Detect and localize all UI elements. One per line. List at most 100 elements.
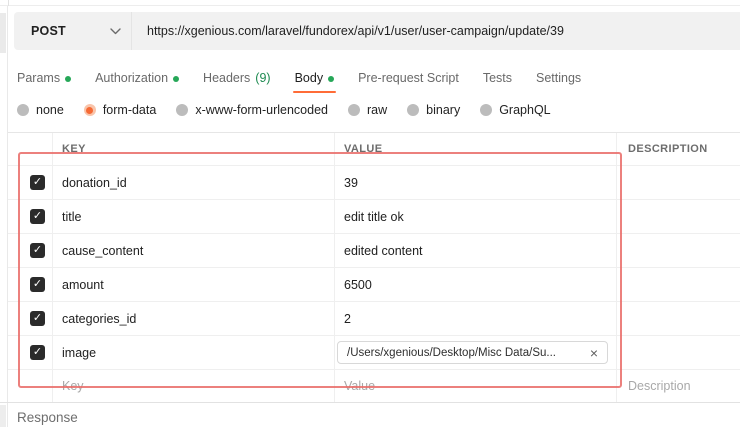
checkbox-cell: ✓ [8, 336, 53, 369]
tab-label: Params [17, 71, 60, 85]
header-key: KEY [53, 133, 335, 165]
tab-tests[interactable]: Tests [483, 71, 512, 85]
body-type-label: none [36, 103, 64, 117]
tab-pre-request-script[interactable]: Pre-request Script [358, 71, 459, 85]
chevron-down-icon [110, 28, 121, 35]
body-type-binary[interactable]: binary [407, 103, 460, 117]
method-label: POST [31, 24, 66, 38]
description-cell[interactable] [617, 302, 740, 335]
sidebar-edge-bottom [0, 405, 6, 427]
tab-label: Body [295, 71, 324, 85]
header-description: DESCRIPTION [617, 133, 740, 165]
description-placeholder[interactable]: Description [617, 370, 740, 402]
tab-settings[interactable]: Settings [536, 71, 581, 85]
description-cell[interactable] [617, 234, 740, 267]
file-attachment-chip[interactable]: /Users/xgenious/Desktop/Misc Data/Su... … [337, 341, 608, 364]
body-type-selector: none form-data x-www-form-urlencoded raw… [17, 100, 551, 120]
value-cell[interactable]: edit title ok [335, 200, 617, 233]
description-cell[interactable] [617, 166, 740, 199]
checkmark-icon: ✓ [33, 279, 42, 290]
value-cell[interactable]: 39 [335, 166, 617, 199]
table-header-row: KEY VALUE DESCRIPTION [8, 133, 740, 166]
body-type-x-www-form-urlencoded[interactable]: x-www-form-urlencoded [176, 103, 328, 117]
table-row: ✓ donation_id 39 [8, 166, 740, 200]
body-type-graphql[interactable]: GraphQL [480, 103, 550, 117]
tab-params[interactable]: Params [17, 71, 71, 85]
key-cell[interactable]: amount [53, 268, 335, 301]
tab-label: Tests [483, 71, 512, 85]
window-top-edge [0, 0, 740, 6]
description-cell[interactable] [617, 336, 740, 369]
key-cell[interactable]: donation_id [53, 166, 335, 199]
tab-headers[interactable]: Headers (9) [203, 71, 271, 85]
body-type-label: form-data [103, 103, 157, 117]
key-cell[interactable]: cause_content [53, 234, 335, 267]
row-checkbox-checked[interactable]: ✓ [30, 311, 45, 326]
tab-label: Settings [536, 71, 581, 85]
method-select[interactable]: POST [14, 24, 131, 38]
radio-icon [348, 104, 360, 116]
url-input[interactable]: https://xgenious.com/laravel/fundorex/ap… [131, 12, 740, 50]
checkmark-icon: ✓ [33, 177, 42, 188]
body-type-form-data[interactable]: form-data [84, 103, 157, 117]
checkbox-cell: ✓ [8, 302, 53, 335]
file-path-text: /Users/xgenious/Desktop/Misc Data/Su... [347, 347, 556, 359]
tab-label: Pre-request Script [358, 71, 459, 85]
checkbox-cell: ✓ [8, 234, 53, 267]
checkbox-cell: ✓ [8, 166, 53, 199]
checkmark-icon: ✓ [33, 211, 42, 222]
header-checkbox-cell [8, 133, 53, 165]
close-icon[interactable]: × [590, 346, 598, 360]
request-bar: POST https://xgenious.com/laravel/fundor… [14, 12, 740, 50]
radio-icon [407, 104, 419, 116]
body-type-label: binary [426, 103, 460, 117]
table-placeholder-row: Key Value Description [8, 370, 740, 403]
table-row: ✓ cause_content edited content [8, 234, 740, 268]
table-row: ✓ categories_id 2 [8, 302, 740, 336]
request-tabs: Params Authorization Headers (9) Body Pr… [17, 67, 740, 89]
checkbox-cell [8, 370, 53, 402]
key-placeholder[interactable]: Key [53, 370, 335, 402]
table-row: ✓ title edit title ok [8, 200, 740, 234]
checkmark-icon: ✓ [33, 313, 42, 324]
checkbox-cell: ✓ [8, 268, 53, 301]
key-cell[interactable]: categories_id [53, 302, 335, 335]
table-row: ✓ amount 6500 [8, 268, 740, 302]
header-value: VALUE [335, 133, 617, 165]
modified-dot-icon [173, 76, 179, 82]
modified-dot-icon [65, 76, 71, 82]
tab-label: Authorization [95, 71, 168, 85]
row-checkbox-checked[interactable]: ✓ [30, 277, 45, 292]
tab-authorization[interactable]: Authorization [95, 71, 179, 85]
body-type-label: raw [367, 103, 387, 117]
form-data-table: KEY VALUE DESCRIPTION ✓ donation_id 39 ✓… [8, 132, 740, 403]
row-checkbox-checked[interactable]: ✓ [30, 345, 45, 360]
body-type-label: GraphQL [499, 103, 550, 117]
description-cell[interactable] [617, 268, 740, 301]
body-type-raw[interactable]: raw [348, 103, 387, 117]
row-checkbox-checked[interactable]: ✓ [30, 209, 45, 224]
pane-divider [8, 0, 9, 6]
value-cell[interactable]: 6500 [335, 268, 617, 301]
radio-icon [176, 104, 188, 116]
table-row: ✓ image /Users/xgenious/Desktop/Misc Dat… [8, 336, 740, 370]
key-cell[interactable]: title [53, 200, 335, 233]
key-cell[interactable]: image [53, 336, 335, 369]
value-placeholder[interactable]: Value [335, 370, 617, 402]
description-cell[interactable] [617, 200, 740, 233]
value-cell[interactable]: 2 [335, 302, 617, 335]
radio-icon [17, 104, 29, 116]
sidebar-edge-top [0, 13, 6, 53]
response-section-label: Response [17, 410, 78, 425]
row-checkbox-checked[interactable]: ✓ [30, 243, 45, 258]
value-cell[interactable]: edited content [335, 234, 617, 267]
tab-body[interactable]: Body [295, 71, 335, 85]
tab-label: Headers [203, 71, 250, 85]
checkmark-icon: ✓ [33, 347, 42, 358]
row-checkbox-checked[interactable]: ✓ [30, 175, 45, 190]
headers-count-badge: (9) [255, 71, 270, 85]
radio-icon [480, 104, 492, 116]
modified-dot-icon [328, 76, 334, 82]
body-type-label: x-www-form-urlencoded [195, 103, 328, 117]
body-type-none[interactable]: none [17, 103, 64, 117]
